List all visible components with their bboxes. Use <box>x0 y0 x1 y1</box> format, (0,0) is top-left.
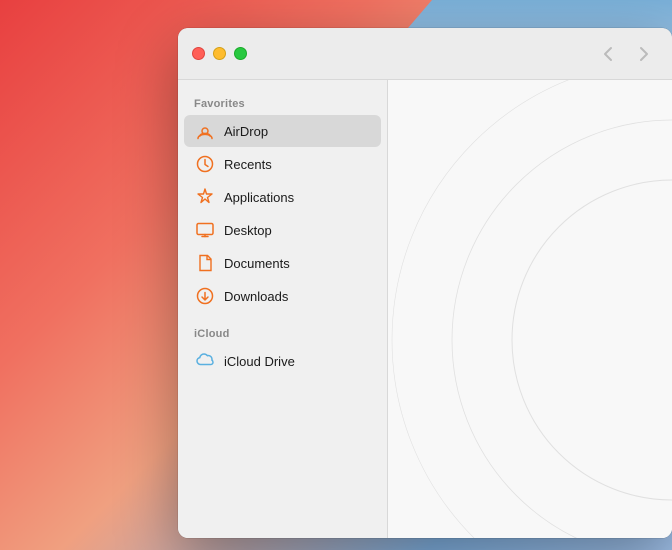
sidebar-item-desktop[interactable]: Desktop <box>184 214 381 246</box>
downloads-icon <box>194 285 216 307</box>
icloud-section-label: iCloud <box>178 322 387 344</box>
sidebar-item-airdrop[interactable]: AirDrop <box>184 115 381 147</box>
airdrop-label: AirDrop <box>224 124 268 139</box>
background-curves <box>388 80 672 538</box>
documents-label: Documents <box>224 256 290 271</box>
window-content: Favorites AirDrop <box>178 80 672 538</box>
sidebar: Favorites AirDrop <box>178 80 388 538</box>
applications-icon <box>194 186 216 208</box>
sidebar-item-applications[interactable]: Applications <box>184 181 381 213</box>
finder-window: Favorites AirDrop <box>178 28 672 538</box>
sidebar-item-icloud-drive[interactable]: iCloud Drive <box>184 345 381 377</box>
maximize-button[interactable] <box>234 47 247 60</box>
recents-label: Recents <box>224 157 272 172</box>
icloud-icon <box>194 350 216 372</box>
sidebar-item-recents[interactable]: Recents <box>184 148 381 180</box>
sidebar-item-downloads[interactable]: Downloads <box>184 280 381 312</box>
desktop-icon <box>194 219 216 241</box>
sidebar-item-documents[interactable]: Documents <box>184 247 381 279</box>
applications-label: Applications <box>224 190 294 205</box>
recents-icon <box>194 153 216 175</box>
icloud-drive-label: iCloud Drive <box>224 354 295 369</box>
documents-icon <box>194 252 216 274</box>
title-bar <box>178 28 672 80</box>
back-button[interactable] <box>594 40 622 68</box>
minimize-button[interactable] <box>213 47 226 60</box>
main-area <box>388 80 672 538</box>
downloads-label: Downloads <box>224 289 288 304</box>
close-button[interactable] <box>192 47 205 60</box>
favorites-section-label: Favorites <box>178 92 387 114</box>
traffic-lights <box>192 47 247 60</box>
nav-arrows <box>594 28 658 80</box>
desktop-label: Desktop <box>224 223 272 238</box>
airdrop-icon <box>194 120 216 142</box>
forward-button[interactable] <box>630 40 658 68</box>
